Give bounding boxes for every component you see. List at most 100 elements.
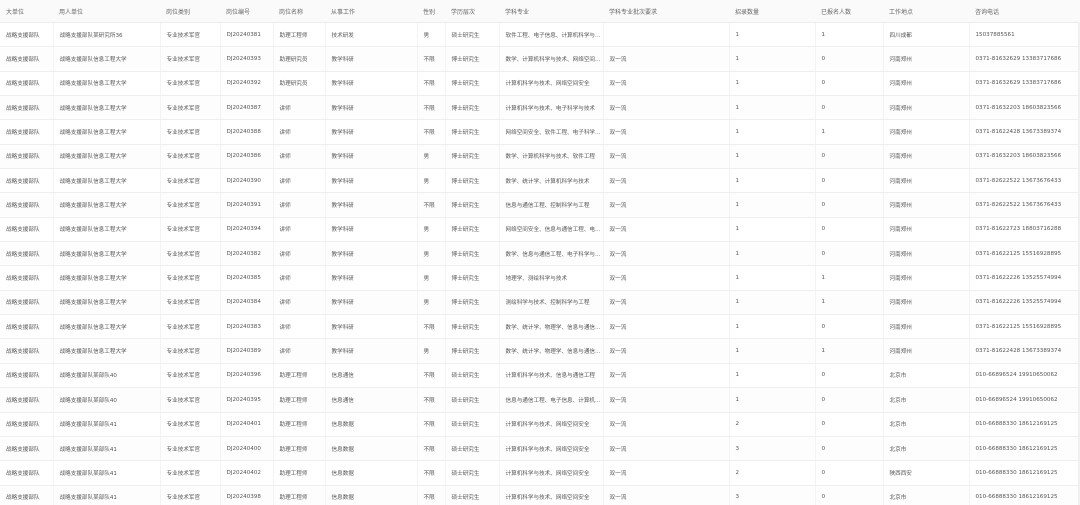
table-row[interactable]: 战略支援部队 战略支援部队某部队41 专业技术军官 DJ20240398 助理工程师 信息… — [0, 485, 1080, 505]
table-cell: 0371-82622522 13673676433 — [969, 192, 1080, 218]
table-cell: DJ20240385 — [220, 265, 274, 291]
table-row[interactable]: 战略支援部队 战略支援部队信息工程大学 专业技术军官 DJ20240384 讲师 教学科研… — [0, 290, 1080, 316]
table-cell: 讲师 — [273, 192, 326, 218]
table-cell: 0 — [815, 412, 884, 437]
table-cell: 0371-82622522 13673676433 — [969, 168, 1080, 194]
table-cell: 河南郑州 — [883, 144, 970, 170]
table-cell: 战略支援部队 — [0, 387, 54, 413]
table-row[interactable]: 战略支援部队 战略支援部队信息工程大学 专业技术军官 DJ20240392 助理研究员教… — [0, 71, 1080, 97]
table-cell: 河南郑州 — [883, 192, 970, 218]
table-cell: 专业技术军官 — [160, 338, 221, 364]
table-cell: 1 — [729, 363, 816, 389]
table-cell: 专业技术军官 — [160, 168, 221, 194]
table-row[interactable]: 战略支援部队 战略支援部队信息工程大学 专业技术军官 DJ20240394 讲师 教学科研… — [0, 217, 1080, 243]
column-header[interactable]: 性别 — [417, 0, 445, 23]
table-cell: 信息数据 — [325, 412, 418, 437]
table-cell: 战略支援部队 — [0, 192, 54, 218]
table-cell: 博士研究生 — [445, 168, 500, 194]
column-header[interactable]: 岗位类别 — [160, 0, 220, 23]
table-cell: 不限 — [417, 119, 446, 145]
table-row[interactable]: 战略支援部队 战略支援部队信息工程大学 专业技术军官 DJ20240382 讲师 教学科研… — [0, 241, 1080, 267]
table-cell: 战略支援部队某部队40 — [53, 387, 161, 413]
table-row[interactable]: 战略支援部队 战略支援部队某部队40 专业技术军官 DJ20240396 助理工程师 信息… — [0, 363, 1080, 389]
table-row[interactable]: 战略支援部队 战略支援部队某部队41 专业技术军官 DJ20240402 助理工程师 信息… — [0, 460, 1080, 486]
table-cell: 1 — [815, 338, 884, 364]
table-row[interactable]: 战略支援部队 战略支援部队信息工程大学 专业技术军官 DJ20240387 讲师 教学科研… — [0, 95, 1080, 121]
column-header[interactable]: 已报名人数 — [815, 0, 883, 23]
table-cell: 0371-81622226 13525574994 — [969, 265, 1080, 291]
table-cell: DJ20240384 — [220, 290, 274, 316]
column-header[interactable]: 用人单位 — [53, 0, 160, 23]
column-header[interactable]: 从事工作 — [325, 0, 417, 23]
column-header[interactable]: 招录数量 — [729, 0, 815, 23]
table-row[interactable]: 战略支援部队 战略支援部队信息工程大学 专业技术军官 DJ20240386 讲师 教学科研… — [0, 144, 1080, 170]
table-cell: DJ20240388 — [220, 119, 274, 145]
table-row[interactable]: 战略支援部队 战略支援部队信息工程大学 专业技术军官 DJ20240383 讲师 教学科研… — [0, 314, 1080, 340]
table-cell: 双一流 — [603, 119, 730, 145]
column-header[interactable]: 学科专业批次要求 — [603, 0, 729, 23]
table-cell: 软件工程、电子信息、计算机科学与技术 — [499, 22, 604, 48]
table-cell: 战略支援部队 — [0, 338, 54, 364]
column-header[interactable]: 学科专业 — [499, 0, 603, 23]
table-cell: 专业技术军官 — [160, 363, 221, 389]
table-cell: 双一流 — [603, 168, 730, 194]
table-row[interactable]: 战略支援部队 战略支援部队某部队41 专业技术军官 DJ20240400 助理工程师 信息… — [0, 436, 1080, 462]
table-cell: 硕士研究生 — [445, 436, 500, 462]
job-table-container: 大单位 用人单位 岗位类别 岗位编号 岗位名称 从事工作 性别 学历层次 学科专业 学科专业批次要… — [0, 0, 1080, 505]
table-cell: 河南郑州 — [883, 71, 970, 97]
table-row[interactable]: 战略支援部队 战略支援部队信息工程大学 专业技术军官 DJ20240385 讲师 教学科研… — [0, 265, 1080, 291]
table-cell: 1 — [815, 22, 884, 48]
column-header[interactable]: 岗位编号 — [220, 0, 273, 23]
column-header[interactable]: 岗位名称 — [273, 0, 325, 23]
column-header[interactable]: 咨询电话 — [969, 0, 1080, 23]
table-cell: 硕士研究生 — [445, 485, 500, 505]
table-cell: 专业技术军官 — [160, 387, 221, 413]
column-header[interactable]: 工作地点 — [883, 0, 969, 23]
table-cell: 双一流 — [603, 412, 730, 437]
column-header[interactable]: 学历层次 — [445, 0, 499, 23]
table-cell: 专业技术军官 — [160, 241, 221, 267]
table-cell: 战略支援部队 — [0, 436, 54, 462]
table-cell: 战略支援部队信息工程大学 — [53, 144, 161, 170]
table-cell: 博士研究生 — [445, 290, 500, 316]
table-row[interactable]: 战略支援部队 战略支援部队信息工程大学 专业技术军官 DJ20240389 讲师 教学科研… — [0, 338, 1080, 364]
table-cell: 0 — [815, 241, 884, 267]
table-cell: 15037885561 — [969, 22, 1080, 48]
table-cell: 1 — [729, 338, 816, 364]
table-cell: 战略支援部队 — [0, 265, 54, 291]
table-row[interactable]: 战略支援部队 战略支援部队某部队41 专业技术军官 DJ20240401 助理工程师 信息… — [0, 412, 1080, 437]
table-cell: 教学科研 — [325, 144, 418, 170]
table-cell: 0 — [815, 387, 884, 413]
table-cell: 讲师 — [273, 168, 326, 194]
table-cell: 信息与通信工程、控制科学与工程 — [499, 192, 604, 218]
table-row[interactable]: 战略支援部队 战略支援部队信息工程大学 专业技术军官 DJ20240390 讲师 教学科研… — [0, 168, 1080, 194]
table-cell: 河南郑州 — [883, 290, 970, 316]
table-row[interactable]: 战略支援部队 战略支援部队信息工程大学 专业技术军官 DJ20240388 讲师 教学科研… — [0, 119, 1080, 145]
table-cell: DJ20240402 — [220, 460, 274, 486]
table-row[interactable]: 战略支援部队 战略支援部队信息工程大学 专业技术军官 DJ20240391 讲师 教学科研… — [0, 192, 1080, 218]
table-row[interactable]: 战略支援部队 战略支援部队信息工程大学 专业技术军官 DJ20240393 助理研究员教… — [0, 46, 1080, 72]
table-cell: 0 — [815, 144, 884, 170]
table-row[interactable]: 战略支援部队 战略支援部队某研究所36 专业技术军官 DJ20240381 助理工程师技… — [0, 22, 1080, 48]
table-cell: 专业技术军官 — [160, 71, 221, 97]
table-cell: 不限 — [417, 436, 446, 462]
table-cell: 信息与通信工程、电子信息、计算机科学与技术 — [499, 387, 604, 413]
table-cell: 数学、信息与通信工程、电子科学与技术 — [499, 241, 604, 267]
column-header[interactable]: 大单位 — [0, 0, 53, 23]
table-header-row: 大单位 用人单位 岗位类别 岗位编号 岗位名称 从事工作 性别 学历层次 学科专业 学科专业批次要… — [0, 0, 1080, 23]
table-cell: 教学科研 — [325, 119, 418, 145]
table-cell: 助理研究员 — [273, 46, 326, 72]
table-cell: 战略支援部队信息工程大学 — [53, 241, 161, 267]
table-cell: 博士研究生 — [445, 144, 500, 170]
table-body: 战略支援部队 战略支援部队某研究所36 专业技术军官 DJ20240381 助理工程师技… — [0, 22, 1080, 505]
table-cell: 男 — [417, 168, 446, 194]
table-cell: 助理工程师 — [273, 363, 326, 389]
table-cell: 测绘科学与技术、控制科学与工程 — [499, 290, 604, 316]
table-cell: DJ20240386 — [220, 144, 274, 170]
table-cell: 河南郑州 — [883, 217, 970, 243]
table-cell: 战略支援部队 — [0, 241, 54, 267]
table-cell: 信息数据 — [325, 485, 418, 505]
table-cell: 助理研究员 — [273, 71, 326, 97]
table-cell: 0 — [815, 95, 884, 121]
table-row[interactable]: 战略支援部队 战略支援部队某部队40 专业技术军官 DJ20240395 助理工程师 信息… — [0, 387, 1080, 413]
